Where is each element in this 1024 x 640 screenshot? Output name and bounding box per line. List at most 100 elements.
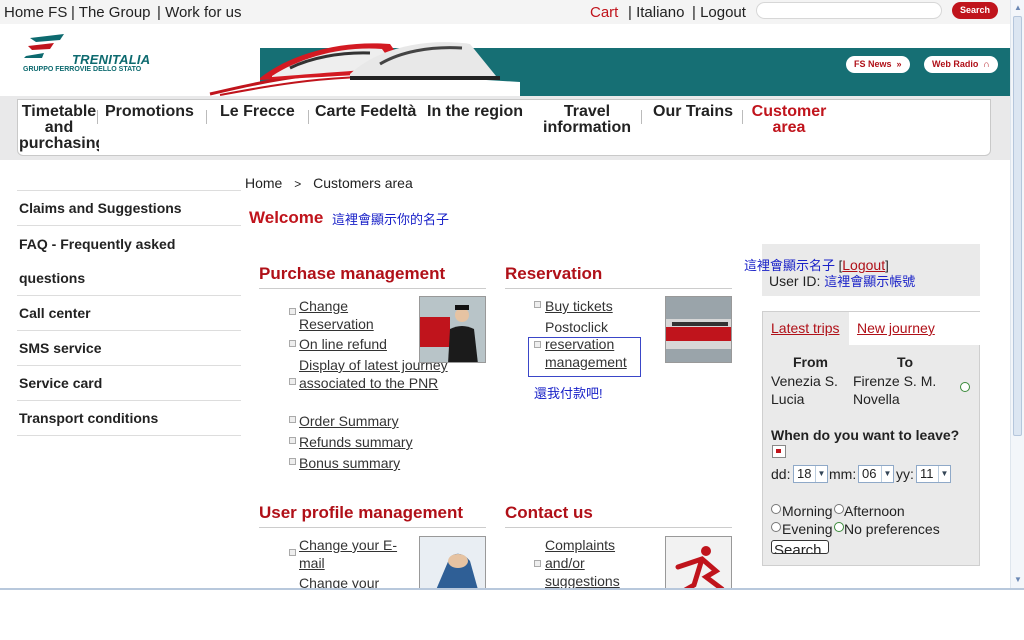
year-value: 11 bbox=[920, 466, 934, 481]
contact-us-title: Contact us bbox=[505, 503, 593, 522]
mm-label: mm: bbox=[829, 466, 857, 482]
bullet-icon bbox=[289, 437, 296, 444]
top-search-input[interactable] bbox=[756, 2, 942, 19]
journey-search-button[interactable]: Search bbox=[771, 540, 829, 554]
nav-timetable[interactable]: Timetable and purchasing bbox=[19, 104, 99, 154]
complaints-link[interactable]: Complaints and/or suggestions bbox=[545, 536, 635, 588]
section-divider bbox=[259, 527, 486, 528]
main-navigation-bar: Timetable and purchasing Promotions Le F… bbox=[17, 99, 991, 156]
nav-promotions[interactable]: Promotions bbox=[105, 104, 194, 120]
runner-photo bbox=[665, 536, 732, 588]
refunds-summary-link[interactable]: Refunds summary bbox=[299, 433, 464, 451]
sidebar-item-call-center[interactable]: Call center bbox=[17, 295, 241, 330]
month-select[interactable]: 06 ▼ bbox=[858, 465, 894, 483]
cart-link[interactable]: Cart bbox=[590, 4, 618, 21]
bullet-icon bbox=[289, 378, 296, 385]
page-bottom-area bbox=[0, 588, 1024, 640]
bullet-icon bbox=[289, 308, 296, 315]
buy-tickets-link[interactable]: Buy tickets bbox=[545, 297, 655, 315]
brand-subtitle: GRUPPO FERROVIE DELLO STATO bbox=[23, 66, 142, 73]
bullet-icon bbox=[534, 301, 541, 308]
header-banner: TRENITALIA GRUPPO FERROVIE DELLO STATO F… bbox=[0, 24, 1010, 96]
change-reservation-link[interactable]: Change Reservation bbox=[299, 297, 409, 333]
latest-trip-radio[interactable] bbox=[960, 382, 970, 392]
work-for-us-link[interactable]: | Work for us bbox=[157, 4, 241, 21]
afternoon-radio[interactable] bbox=[834, 504, 844, 514]
bonus-summary-link[interactable]: Bonus summary bbox=[299, 454, 464, 472]
journey-search-widget: Latest trips New journey From To Venezia… bbox=[762, 311, 980, 566]
evening-radio[interactable] bbox=[771, 522, 781, 532]
day-value: 18 bbox=[797, 466, 812, 481]
calendar-icon[interactable] bbox=[772, 445, 786, 458]
change-email-link[interactable]: Change your E-mail bbox=[299, 536, 409, 572]
user-profile-title: User profile management bbox=[259, 503, 464, 522]
main-navigation: Timetable and purchasing Promotions Le F… bbox=[0, 96, 1010, 160]
year-select[interactable]: 11 ▼ bbox=[916, 465, 951, 483]
nav-travel-information[interactable]: Travel information bbox=[532, 104, 642, 136]
vertical-scrollbar[interactable]: ▲ ▼ bbox=[1010, 0, 1024, 588]
month-value: 06 bbox=[862, 466, 877, 481]
section-divider bbox=[259, 288, 486, 289]
no-preferences-radio[interactable] bbox=[834, 522, 844, 532]
nav-separator bbox=[97, 110, 98, 124]
nav-customer-area[interactable]: Customer area bbox=[745, 104, 833, 136]
dd-label: dd: bbox=[771, 466, 791, 482]
train-illustration bbox=[200, 42, 520, 96]
web-radio-label: Web Radio bbox=[932, 59, 979, 69]
breadcrumb-home[interactable]: Home bbox=[245, 175, 282, 191]
section-divider bbox=[505, 527, 732, 528]
yy-label: yy: bbox=[896, 466, 914, 482]
nav-separator bbox=[308, 110, 309, 124]
departure-question: When do you want to leave? bbox=[771, 427, 960, 443]
tab-new-journey[interactable]: New journey bbox=[857, 320, 935, 336]
nav-le-frecce[interactable]: Le Frecce bbox=[220, 104, 295, 120]
nav-separator bbox=[742, 110, 743, 124]
postoclick-link[interactable]: Postoclick bbox=[545, 318, 655, 336]
welcome-title: Welcome bbox=[249, 208, 324, 227]
bullet-icon bbox=[289, 340, 296, 347]
nav-in-the-region[interactable]: In the region bbox=[427, 104, 523, 120]
breadcrumb-separator: > bbox=[294, 177, 302, 191]
logout-link[interactable]: | Logout bbox=[692, 4, 746, 21]
fs-news-button[interactable]: FS News » bbox=[846, 56, 910, 73]
home-fs-link[interactable]: Home FS bbox=[4, 4, 67, 21]
change-your-link[interactable]: Change your bbox=[299, 574, 409, 588]
web-radio-button[interactable]: Web Radio ∩ bbox=[924, 56, 998, 73]
afternoon-label: Afternoon bbox=[844, 503, 905, 519]
chevron-down-icon: ▼ bbox=[881, 466, 893, 482]
tab-latest-trips[interactable]: Latest trips bbox=[771, 320, 839, 336]
top-search-button[interactable]: Search bbox=[952, 2, 998, 19]
bullet-icon bbox=[289, 549, 296, 556]
keyboard-photo bbox=[419, 536, 486, 588]
chevron-down-icon: ▼ bbox=[938, 466, 950, 482]
reservation-management-link[interactable]: reservation management bbox=[545, 335, 640, 371]
section-divider bbox=[505, 288, 732, 289]
scroll-down-icon[interactable]: ▼ bbox=[1012, 574, 1024, 586]
nav-carte-fedelta[interactable]: Carte Fedeltà bbox=[315, 104, 416, 120]
sidebar-item-service-card[interactable]: Service card bbox=[17, 365, 241, 400]
bullet-icon bbox=[289, 458, 296, 465]
nav-separator bbox=[206, 110, 207, 124]
sidebar-item-faq[interactable]: FAQ - Frequently asked questions bbox=[17, 225, 241, 295]
day-select[interactable]: 18 ▼ bbox=[793, 465, 828, 483]
nav-our-trains[interactable]: Our Trains bbox=[653, 104, 733, 120]
top-utility-bar: Home FS | The Group | Work for us Cart |… bbox=[0, 0, 1010, 24]
order-summary-link[interactable]: Order Summary bbox=[299, 412, 464, 430]
brand-name: TRENITALIA bbox=[72, 52, 151, 67]
sidebar-item-sms[interactable]: SMS service bbox=[17, 330, 241, 365]
to-value: Firenze S. M. Novella bbox=[853, 373, 937, 407]
breadcrumb-current: Customers area bbox=[313, 175, 413, 191]
sidebar-item-transport-conditions[interactable]: Transport conditions bbox=[17, 400, 241, 436]
the-group-link[interactable]: | The Group bbox=[71, 4, 151, 21]
trenitalia-logo-icon bbox=[24, 34, 64, 58]
italiano-link[interactable]: | Italiano bbox=[628, 4, 684, 21]
user-id-value: 這裡會顯示帳號 bbox=[824, 274, 916, 289]
reservation-title: Reservation bbox=[505, 264, 603, 283]
reservation-note: 還我付款吧! bbox=[534, 386, 603, 401]
welcome-username: 這裡會顯示你的名子 bbox=[332, 212, 450, 227]
evening-label: Evening bbox=[782, 521, 833, 537]
scrollbar-thumb[interactable] bbox=[1013, 16, 1022, 436]
sidebar-item-claims[interactable]: Claims and Suggestions bbox=[17, 190, 241, 225]
scroll-up-icon[interactable]: ▲ bbox=[1012, 2, 1024, 14]
morning-radio[interactable] bbox=[771, 504, 781, 514]
